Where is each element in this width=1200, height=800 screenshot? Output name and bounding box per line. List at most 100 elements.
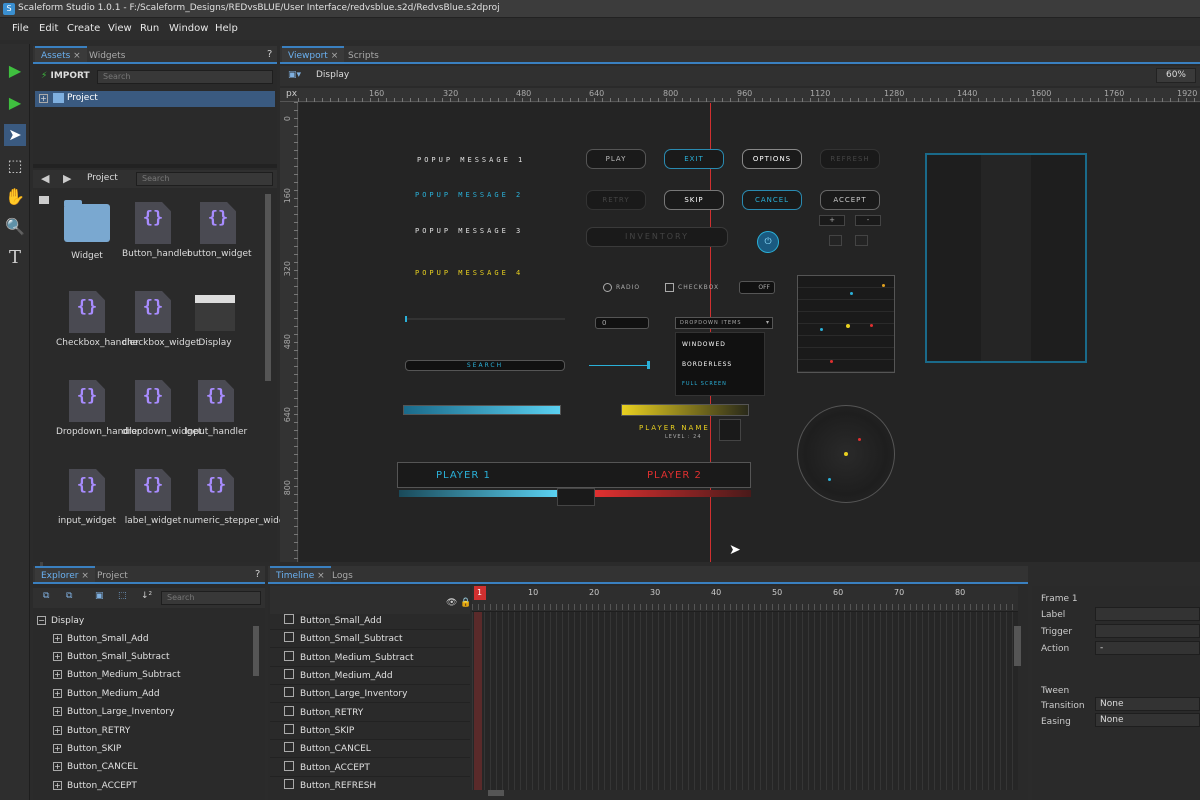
tab-viewport[interactable]: Viewport ×: [282, 46, 345, 62]
tree-item[interactable]: + Button_Medium_Subtract: [53, 666, 180, 684]
assets-scrollbar[interactable]: [265, 194, 271, 381]
tree-item[interactable]: + Button_Small_Subtract: [53, 648, 170, 666]
tree-item[interactable]: + Button_Small_Add: [53, 630, 149, 648]
checkbox-icon[interactable]: [665, 283, 674, 292]
asset-numeric-stepper-widget[interactable]: {} numeric_stepper_widget: [183, 469, 294, 526]
expand-icon[interactable]: +: [53, 726, 62, 735]
asset-display[interactable]: Display: [184, 291, 246, 348]
frame-grid[interactable]: [472, 612, 1018, 790]
close-icon[interactable]: ×: [81, 571, 89, 581]
menu-file[interactable]: File: [12, 23, 29, 34]
layer-row[interactable]: Button_ACCEPT: [270, 759, 470, 778]
asset-button-handler[interactable]: {} Button_handler: [122, 202, 191, 259]
timeline-scrollbar[interactable]: [1014, 626, 1021, 666]
timeline-hscrollbar[interactable]: [488, 790, 504, 796]
popup-message-2[interactable]: POPUP MESSAGE 2: [415, 191, 523, 199]
layer-row[interactable]: Button_CANCEL: [270, 740, 470, 759]
tree-item[interactable]: + Button_Medium_Add: [53, 685, 160, 703]
tab-explorer[interactable]: Explorer ×: [35, 566, 95, 582]
play-button[interactable]: PLAY: [586, 149, 646, 169]
tree-item[interactable]: + Button_ACCEPT: [53, 777, 137, 795]
sort-icon[interactable]: ↓²: [141, 591, 152, 601]
radio-icon[interactable]: [603, 283, 612, 292]
close-icon[interactable]: ×: [73, 51, 81, 61]
display-object-icon[interactable]: ▣▾: [288, 70, 301, 80]
transition-select[interactable]: None: [1095, 697, 1200, 711]
slider-track[interactable]: [405, 318, 565, 320]
skip-button[interactable]: SKIP: [664, 190, 724, 210]
options-button[interactable]: OPTIONS: [742, 149, 802, 169]
zoom-tool-icon[interactable]: 🔍: [4, 216, 26, 238]
expand-icon[interactable]: +: [53, 762, 62, 771]
asset-input-widget[interactable]: {} input_widget: [56, 469, 118, 526]
splitter[interactable]: [33, 164, 277, 168]
tree-item[interactable]: + Button_CANCEL: [53, 758, 138, 776]
text-tool-icon[interactable]: T: [4, 247, 26, 269]
menu-view[interactable]: View: [108, 23, 132, 34]
asset-dropdown-widget[interactable]: {} dropdown_widget: [122, 380, 202, 437]
power-icon[interactable]: ⏻: [757, 231, 779, 253]
zoom-level-field[interactable]: 60%: [1156, 68, 1196, 83]
import-button[interactable]: ⚡ IMPORT: [41, 71, 90, 81]
explorer-search-input[interactable]: Search: [161, 591, 261, 605]
popup-message-3[interactable]: POPUP MESSAGE 3: [415, 227, 523, 235]
nav-breadcrumb[interactable]: Project: [87, 173, 118, 183]
tab-project[interactable]: Project: [91, 568, 134, 584]
group-icon[interactable]: ▣: [95, 591, 104, 601]
cancel-button[interactable]: CANCEL: [742, 190, 802, 210]
forward-arrow-icon[interactable]: ▶: [63, 172, 71, 185]
tab-assets[interactable]: Assets ×: [35, 46, 87, 62]
layer-row[interactable]: Button_REFRESH: [270, 777, 470, 790]
back-arrow-icon[interactable]: ◀: [41, 172, 49, 185]
label-field[interactable]: [1095, 607, 1200, 621]
tab-widgets[interactable]: Widgets: [83, 48, 131, 64]
tab-scripts[interactable]: Scripts: [342, 48, 385, 64]
asset-label-widget[interactable]: {} label_widget: [122, 469, 184, 526]
menu-window[interactable]: Window: [169, 23, 208, 34]
layer-row[interactable]: Button_Large_Inventory: [270, 685, 470, 704]
retry-button[interactable]: RETRY: [586, 190, 646, 210]
tree-row-project[interactable]: + Project: [35, 91, 275, 107]
expand-icon[interactable]: +: [53, 670, 62, 679]
layer-row[interactable]: Button_Medium_Add: [270, 667, 470, 686]
tree-item-display[interactable]: − Display: [37, 612, 84, 630]
layer-row[interactable]: Button_Small_Add: [270, 612, 470, 631]
expand-icon[interactable]: +: [53, 707, 62, 716]
asset-input-handler[interactable]: {} Input_handler: [185, 380, 247, 437]
hand-tool-icon[interactable]: ✋: [4, 186, 26, 208]
trigger-field[interactable]: [1095, 624, 1200, 638]
exit-button[interactable]: EXIT: [664, 149, 724, 169]
paste-icon[interactable]: ⧉: [66, 591, 72, 601]
lock-icon[interactable]: 🔒: [460, 598, 471, 608]
stage-canvas[interactable]: POPUP MESSAGE 1 POPUP MESSAGE 2 POPUP ME…: [299, 103, 1200, 562]
dropdown-option[interactable]: WINDOWED: [682, 341, 726, 348]
select-tool-icon[interactable]: ➤: [4, 124, 26, 146]
inventory-button[interactable]: INVENTORY: [586, 227, 728, 247]
action-field[interactable]: -: [1095, 641, 1200, 655]
asset-checkbox-handler[interactable]: {} Checkbox_handler: [56, 291, 139, 348]
toggle-switch[interactable]: OFF: [739, 281, 775, 294]
viewport-breadcrumb[interactable]: Display: [316, 70, 349, 80]
medium-subtract-button[interactable]: [829, 235, 842, 246]
small-add-button[interactable]: +: [819, 215, 845, 226]
assets-search-input[interactable]: Search: [97, 70, 273, 84]
popup-message-1[interactable]: POPUP MESSAGE 1: [417, 156, 525, 164]
asset-widget[interactable]: Widget: [56, 200, 118, 261]
help-icon[interactable]: ?: [267, 49, 272, 60]
tab-timeline[interactable]: Timeline ×: [270, 566, 331, 582]
popup-message-4[interactable]: POPUP MESSAGE 4: [415, 269, 523, 277]
help-icon[interactable]: ?: [255, 569, 260, 580]
search-field[interactable]: SEARCH: [405, 360, 565, 371]
tree-item[interactable]: + Button_SKIP: [53, 740, 121, 758]
layer-row[interactable]: Button_SKIP: [270, 722, 470, 741]
scroll-thumb[interactable]: [647, 361, 650, 369]
dropdown-option[interactable]: BORDERLESS: [682, 361, 732, 368]
layer-row[interactable]: Button_Medium_Subtract: [270, 649, 470, 668]
eye-icon[interactable]: 👁: [446, 598, 457, 608]
dropdown-option[interactable]: FULL SCREEN: [682, 381, 727, 387]
menu-run[interactable]: Run: [140, 23, 159, 34]
asset-button-widget[interactable]: {} button_widget: [187, 202, 252, 259]
numeric-stepper[interactable]: 0: [595, 317, 649, 329]
transform-tool-icon[interactable]: ⬚: [4, 155, 26, 177]
layer-row[interactable]: Button_Small_Subtract: [270, 630, 470, 649]
